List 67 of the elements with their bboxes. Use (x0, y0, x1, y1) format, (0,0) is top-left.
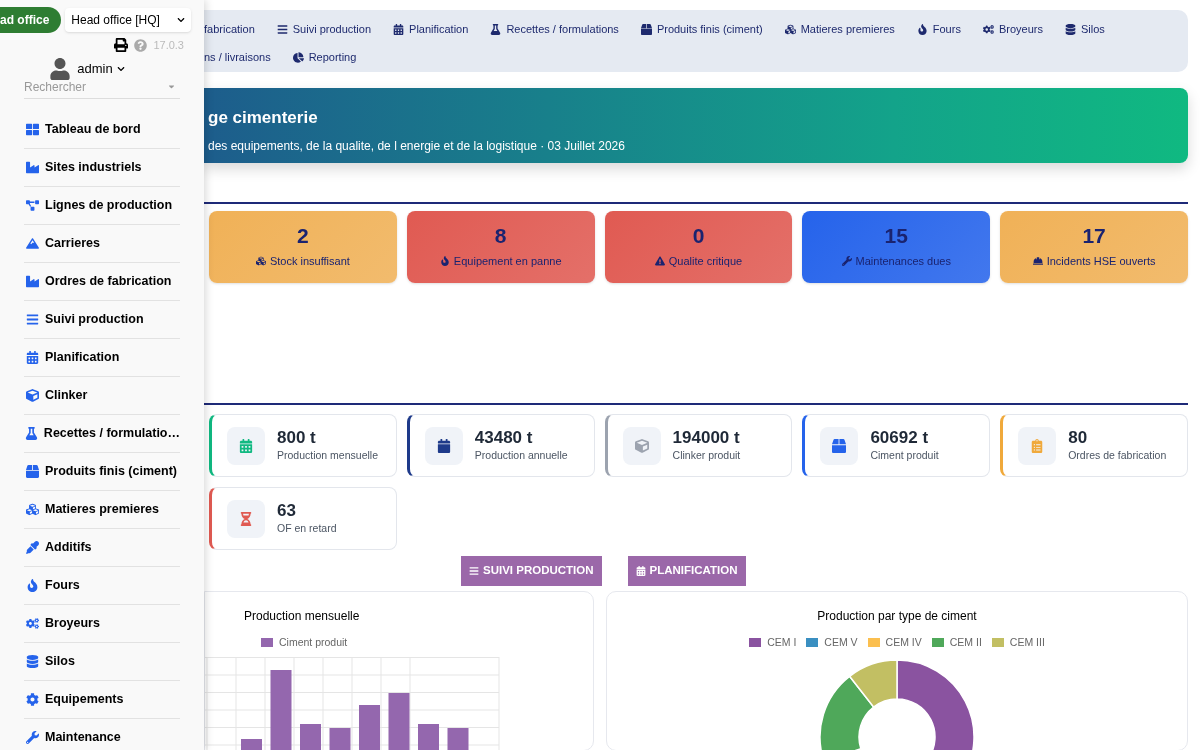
nav-link[interactable]: Produits finis (ciment) (640, 21, 763, 38)
nav-link[interactable]: Suivi production (276, 21, 372, 38)
sidebar-item[interactable]: Planification (24, 338, 180, 377)
kpi-label: Production annuelle (474, 448, 568, 464)
kpi-value: 800 t (277, 427, 317, 449)
alert-count: 15 (884, 224, 908, 246)
kpi-value: 63 (277, 500, 297, 522)
alert-count: 17 (1082, 224, 1106, 246)
sidebar-item[interactable]: Recettes / formulatio… (24, 414, 180, 453)
user-menu[interactable]: admin (77, 58, 125, 79)
nav-link[interactable]: Matieres premieres (784, 21, 895, 38)
sidebar-item[interactable]: Lignes de production (24, 186, 180, 225)
nav-link[interactable]: ns / livraisons (204, 49, 271, 66)
legend-label: CEM V (824, 635, 858, 650)
sidebar-item[interactable]: Ordres de fabrication (24, 262, 180, 301)
chart-title: Production par type de ciment (817, 608, 977, 625)
nav-link[interactable]: Silos (1064, 21, 1105, 38)
sidebar-item[interactable]: Equipements (24, 680, 180, 719)
alert-label: Qualite critique (668, 253, 743, 269)
kpi-value: 80 (1068, 427, 1089, 449)
sidebar-item[interactable]: Sites industriels (24, 148, 180, 187)
legend-label: CEM I (767, 635, 797, 650)
sidebar-item[interactable]: Matieres premieres (24, 490, 180, 529)
alert-label: Stock insuffisant (269, 253, 350, 269)
alert-label: Equipement en panne (453, 253, 562, 269)
alert-count: 2 (297, 224, 309, 246)
sidebar-item[interactable]: Tableau de bord (24, 110, 180, 149)
kpi-label: Ciment produit (870, 448, 939, 464)
kpi-label: OF en retard (277, 521, 337, 537)
alert-count: 8 (494, 224, 507, 246)
nav-link[interactable]: Broyeurs (982, 21, 1043, 38)
nav-link[interactable]: Fours (916, 21, 961, 38)
alert-label: Maintenances dues (855, 253, 951, 269)
company-badge[interactable]: ad office (0, 7, 62, 33)
nav-link[interactable]: Reporting (292, 49, 357, 66)
legend-label: CEM II (949, 635, 982, 650)
nav-button[interactable]: SUIVI PRODUCTION (461, 556, 602, 586)
nav-link[interactable]: fabrication (204, 21, 255, 38)
sidebar-item[interactable]: Silos (24, 642, 180, 681)
sidebar-item[interactable]: Fours (24, 566, 180, 605)
kpi-value: 194000 t (672, 427, 741, 449)
legend-label: CEM III (1009, 635, 1045, 650)
sidebar-item[interactable]: Produits finis (ciment) (24, 452, 180, 491)
search-field[interactable]: Rechercher (24, 77, 180, 99)
sidebar-item[interactable]: Maintenance (24, 718, 180, 750)
alert-count: 0 (692, 224, 705, 246)
kpi-label: Production mensuelle (277, 448, 378, 464)
sidebar-item[interactable]: Suivi production (24, 300, 180, 339)
legend-label: CEM IV (885, 635, 922, 650)
hero-subtitle: des equipements, de la qualite, de l energie et de la logistique · 03 Juillet 2026 (208, 137, 626, 155)
sidebar-item[interactable]: Clinker (24, 376, 180, 415)
kpi-value: 60692 t (870, 427, 930, 449)
nav-link[interactable]: Recettes / formulations (490, 21, 619, 38)
hero-title: ge cimenterie (208, 107, 319, 129)
sidebar-item[interactable]: Carrieres (24, 224, 180, 263)
nav-button[interactable]: PLANIFICATION (627, 556, 746, 586)
company-select[interactable]: Head office [HQ] (65, 8, 192, 32)
sidebar-item[interactable]: Additifs (24, 528, 180, 567)
version-label: 17.0.3 (153, 38, 184, 53)
chart-title: Production mensuelle (244, 608, 360, 625)
sidebar-item[interactable]: Broyeurs (24, 604, 180, 643)
kpi-value: 43480 t (474, 427, 534, 449)
nav-link[interactable]: Planification (393, 21, 469, 38)
kpi-label: Ordres de fabrication (1068, 448, 1167, 464)
kpi-label: Clinker produit (672, 448, 741, 464)
legend-label: Ciment produit (279, 635, 348, 650)
alert-label: Incidents HSE ouverts (1046, 253, 1156, 269)
